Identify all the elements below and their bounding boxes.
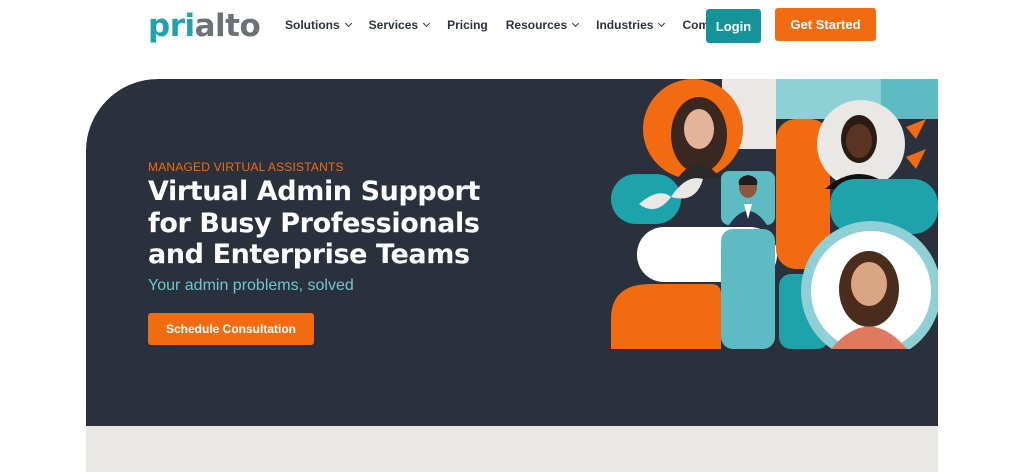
prialto-logo[interactable]: prialto: [148, 6, 261, 46]
nav-pricing-label: Pricing: [447, 18, 488, 32]
nav-services-label: Services: [368, 18, 419, 32]
nav-solutions-label: Solutions: [285, 18, 340, 32]
chevron-down-icon: [572, 19, 580, 28]
next-section-band: [86, 426, 938, 472]
chevron-down-icon: [423, 19, 431, 28]
nav-resources[interactable]: Resources: [505, 18, 580, 32]
schedule-consultation-button[interactable]: Schedule Consultation: [148, 313, 314, 345]
nav-industries-label: Industries: [596, 18, 654, 32]
hero-section: MANAGED VIRTUAL ASSISTANTS Virtual Admin…: [86, 79, 938, 426]
nav-resources-label: Resources: [505, 18, 568, 32]
collage-arrow-shape: [906, 119, 926, 139]
collage-tile-teal-vertical: [721, 229, 775, 349]
nav-industries[interactable]: Industries: [596, 18, 666, 32]
nav-pricing[interactable]: Pricing: [447, 18, 488, 32]
hero-headline: Virtual Admin Support for Busy Professio…: [148, 176, 508, 271]
chevron-down-icon: [658, 19, 666, 28]
nav-solutions[interactable]: Solutions: [285, 18, 352, 32]
hero-photo-collage: [611, 79, 938, 349]
hero-subheadline: Your admin problems, solved: [148, 277, 354, 294]
hero-headline-line-2: for Busy Professionals: [148, 207, 480, 239]
get-started-button[interactable]: Get Started: [775, 8, 876, 41]
collage-tile-dark: [611, 79, 637, 169]
collage-tile-orange: [611, 284, 721, 349]
hero-headline-line-3: and Enterprise Teams: [148, 239, 470, 270]
site-header: prialto Solutions Services Pricing Resou…: [0, 0, 1024, 60]
main-nav: Solutions Services Pricing Resources Ind…: [285, 16, 766, 34]
logo-part-alto: alto: [194, 8, 261, 44]
hero-headline-line-1: Virtual Admin Support: [148, 176, 480, 207]
chevron-down-icon: [344, 19, 352, 28]
login-button[interactable]: Login: [706, 9, 761, 43]
nav-services[interactable]: Services: [368, 18, 431, 32]
collage-arrow-shape: [906, 149, 926, 169]
hero-eyebrow: MANAGED VIRTUAL ASSISTANTS: [148, 160, 344, 174]
logo-part-pri: pri: [148, 8, 195, 44]
